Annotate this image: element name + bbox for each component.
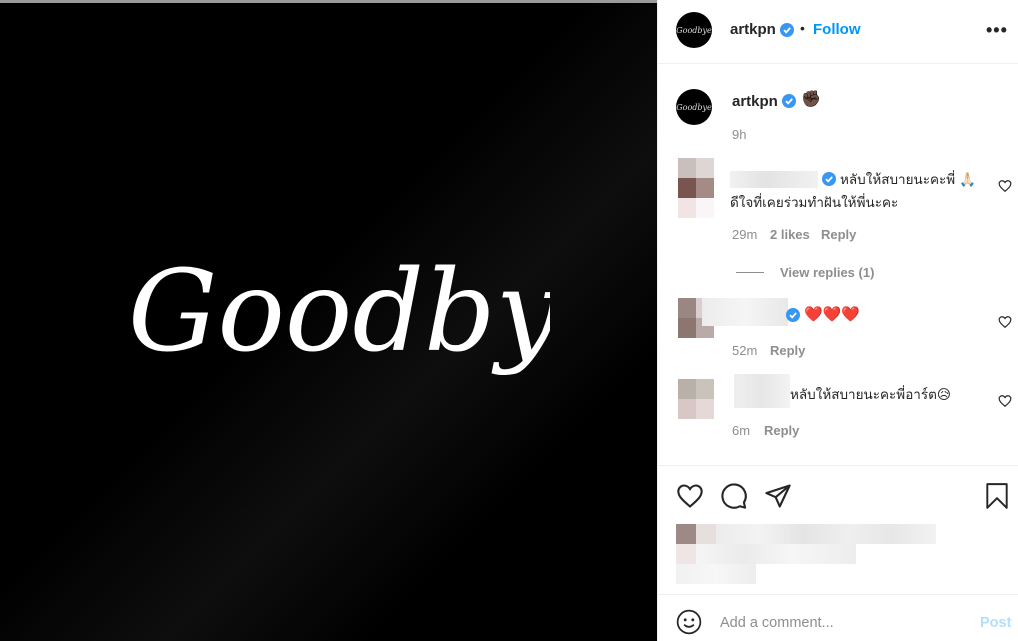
verified-badge-icon (786, 308, 800, 322)
comment-text: หลับให้สบายนะคะพี่ 🙏🏻 ดีใจที่เคยร่วมทำฝั… (730, 172, 976, 210)
comment-text: ❤️❤️❤️ (804, 306, 861, 323)
caption-timestamp[interactable]: 9h (732, 127, 746, 142)
post-actions-bar (658, 465, 1018, 595)
post-header: Goodbye artkpn • Follow ••• (658, 0, 1018, 64)
post-image[interactable]: Goodbye (0, 0, 657, 641)
liked-by-pixelated[interactable] (676, 524, 956, 586)
comment-timestamp[interactable]: 29m (732, 227, 757, 242)
like-heart-icon[interactable] (676, 482, 704, 510)
comment-timestamp[interactable]: 52m (732, 343, 757, 358)
caption-text: ✊🏿 (801, 91, 821, 108)
verified-badge-icon (780, 23, 794, 37)
svg-text:Goodbye: Goodbye (128, 247, 550, 377)
share-paper-plane-icon[interactable] (764, 482, 792, 510)
comment-like-heart-icon[interactable] (998, 315, 1012, 329)
comment-avatar-pixelated[interactable] (678, 158, 714, 220)
save-bookmark-icon[interactable] (984, 482, 1010, 510)
comment-reply-button[interactable]: Reply (764, 423, 799, 438)
emoji-smiley-icon[interactable] (676, 609, 702, 635)
comment-text: หลับให้สบายนะคะพี่อาร์ต😥 (790, 387, 951, 402)
comment-avatar-pixelated[interactable] (678, 379, 714, 421)
more-options-icon[interactable]: ••• (986, 20, 1008, 41)
post-comment-button[interactable]: Post (980, 615, 1011, 631)
comment-reply-button[interactable]: Reply (821, 227, 856, 242)
add-comment-input[interactable]: Add a comment... (720, 615, 834, 631)
comment-bubble-icon[interactable] (720, 482, 748, 510)
author-avatar[interactable]: Goodbye (676, 12, 712, 48)
comment-username-pixelated[interactable] (734, 374, 790, 408)
comment-like-heart-icon[interactable] (998, 179, 1012, 193)
header-separator: • (800, 20, 805, 36)
avatar-signature-logo: Goodbye (676, 25, 712, 35)
view-replies-line (736, 272, 764, 273)
view-replies-button[interactable]: View replies (1) (780, 265, 874, 280)
comment-timestamp[interactable]: 6m (732, 423, 750, 438)
post-sidebar: Goodbye artkpn • Follow ••• Goodbye artk… (657, 0, 1018, 641)
verified-badge-icon (782, 94, 796, 108)
image-top-edge (0, 0, 657, 3)
comment-likes-count[interactable]: 2 likes (770, 227, 810, 242)
caption-username[interactable]: artkpn (732, 93, 778, 110)
caption-avatar[interactable]: Goodbye (676, 89, 712, 125)
follow-button[interactable]: Follow (813, 21, 861, 38)
comment-like-heart-icon[interactable] (998, 394, 1012, 408)
add-comment-bar: Add a comment... Post (658, 594, 1018, 641)
author-username[interactable]: artkpn (730, 21, 776, 38)
avatar-signature-logo: Goodbye (676, 102, 712, 112)
comment-username-pixelated[interactable] (702, 298, 788, 326)
goodbye-script-text: Goodbye (128, 247, 550, 377)
comment-reply-button[interactable]: Reply (770, 343, 805, 358)
